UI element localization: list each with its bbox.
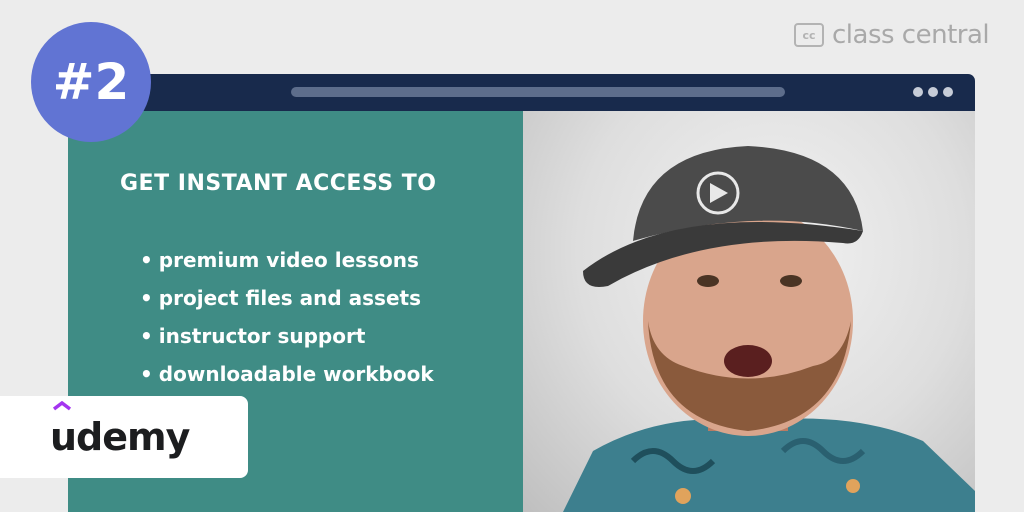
instructor-photo xyxy=(563,146,975,512)
window-menu-dots-icon xyxy=(913,87,953,97)
dot xyxy=(913,87,923,97)
window-titlebar xyxy=(68,74,975,111)
udemy-hat-icon xyxy=(52,401,72,411)
class-central-logo: cc class central xyxy=(794,20,990,50)
feature-list: • premium video lessons • project files an… xyxy=(140,241,434,393)
rank-badge: #2 xyxy=(31,22,151,142)
feature-text: instructor support xyxy=(158,324,366,348)
cc-icon: cc xyxy=(794,23,824,47)
feature-item: • project files and assets xyxy=(140,279,434,317)
feature-item: • instructor support xyxy=(140,317,434,355)
feature-text: project files and assets xyxy=(158,286,421,310)
bullet-icon: • xyxy=(140,248,153,272)
provider-name: udemy xyxy=(50,415,190,459)
bullet-icon: • xyxy=(140,286,153,310)
instructor-video-frame xyxy=(523,111,975,512)
provider-logo-card: udemy xyxy=(0,396,248,478)
feature-text: downloadable workbook xyxy=(158,362,434,386)
promo-heading: GET INSTANT ACCESS TO xyxy=(120,171,437,196)
brand-name: class central xyxy=(832,20,990,50)
feature-item: • downloadable workbook xyxy=(140,355,434,393)
bullet-icon: • xyxy=(140,362,153,386)
feature-item: • premium video lessons xyxy=(140,241,434,279)
address-bar xyxy=(291,87,785,97)
dot xyxy=(943,87,953,97)
feature-text: premium video lessons xyxy=(158,248,419,272)
udemy-logo: udemy xyxy=(50,401,190,459)
dot xyxy=(928,87,938,97)
bullet-icon: • xyxy=(140,324,153,348)
